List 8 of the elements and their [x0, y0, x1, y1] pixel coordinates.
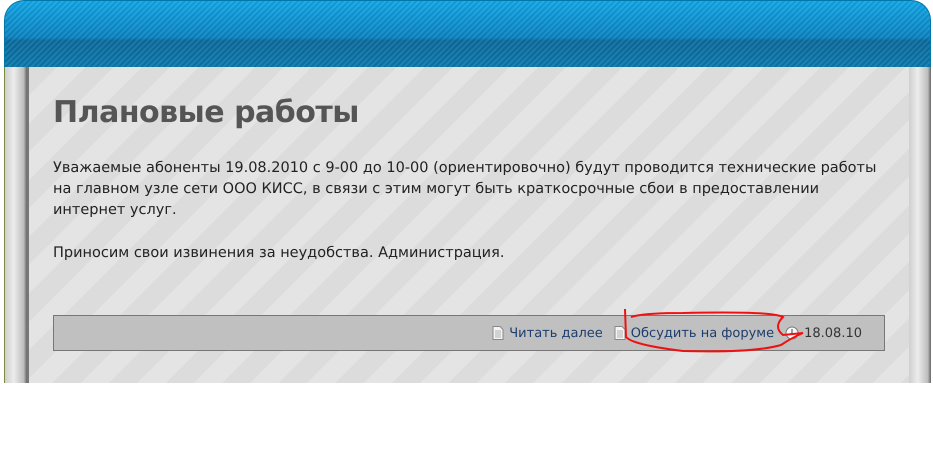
article-title: Плановые работы — [53, 95, 360, 130]
article-paragraph: Уважаемые абоненты 19.08.2010 с 9-00 до 10-00 (ориентировочно) будут проводится технические работы на главном узле сети ООО КИСС, в связи с этим могут быть краткосрочные сбои в предоставлении интернет услуг. — [53, 159, 878, 220]
footer-link[interactable]: Читать далее — [509, 326, 603, 340]
document-icon — [614, 326, 626, 340]
article-paragraph: Приносим свои извинения за неудобства. Администрация. — [53, 244, 506, 263]
post-date: 18.08.10 — [804, 326, 862, 340]
footer-link[interactable]: Обсудить на форуме — [630, 326, 774, 340]
document-icon — [492, 326, 504, 340]
